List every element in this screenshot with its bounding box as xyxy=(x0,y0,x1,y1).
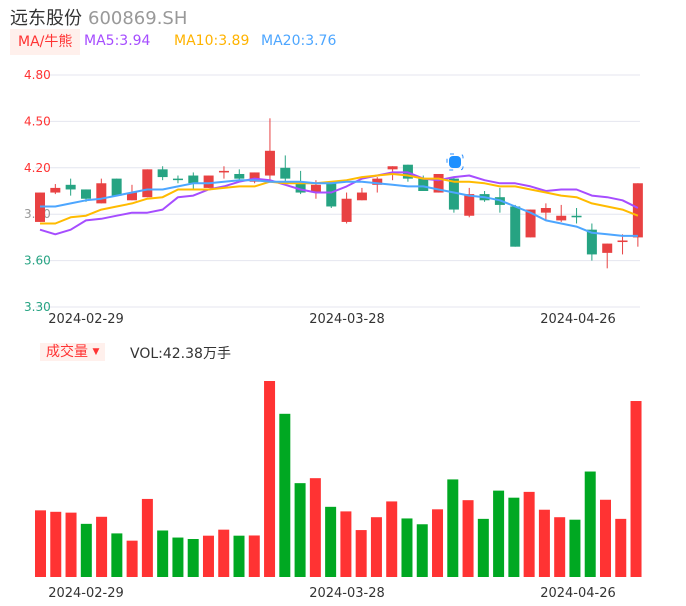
y-tick-label: 3.30 xyxy=(24,300,51,314)
volume-bar xyxy=(508,497,520,577)
volume-bar xyxy=(401,518,413,577)
volume-bar xyxy=(309,478,321,577)
volume-bar xyxy=(355,530,367,577)
candle-body xyxy=(234,173,245,179)
y-tick-label: 4.20 xyxy=(24,161,51,175)
candle-body xyxy=(540,208,551,213)
candle-body xyxy=(111,178,122,196)
candle-body xyxy=(510,206,521,247)
candle-body xyxy=(571,215,582,218)
candle-body xyxy=(326,183,337,207)
x-tick-label: 2024-03-28 xyxy=(309,586,385,601)
kline-chart: 4.804.504.203.903.603.302024-02-292024-0… xyxy=(24,68,643,601)
volume-bar xyxy=(462,500,474,577)
volume-bar xyxy=(187,539,199,577)
volume-bar xyxy=(554,517,566,577)
candle-body xyxy=(556,215,567,221)
volume-bar xyxy=(432,509,444,577)
volume-bar xyxy=(325,506,337,577)
volume-bar xyxy=(218,529,230,577)
candle-body xyxy=(218,170,229,173)
volume-bar xyxy=(477,518,489,577)
volume-bar xyxy=(141,498,153,577)
candle-body xyxy=(632,183,643,238)
volume-bar xyxy=(523,491,535,577)
volume-bar xyxy=(248,535,260,577)
volume-bar xyxy=(279,413,291,577)
y-tick-label: 4.50 xyxy=(24,114,51,128)
volume-bar xyxy=(80,523,92,577)
volume-bar xyxy=(538,509,550,577)
volume-bar xyxy=(569,519,581,577)
candle-body xyxy=(356,192,367,201)
x-tick-label: 2024-04-26 xyxy=(540,312,616,327)
volume-bar xyxy=(599,499,611,577)
volume-bar xyxy=(172,537,184,577)
volume-bar xyxy=(111,533,123,577)
volume-bar xyxy=(233,535,245,577)
candle-body xyxy=(188,175,199,184)
candle-body xyxy=(464,194,475,216)
candle-body xyxy=(617,240,628,243)
candle-body xyxy=(602,243,613,253)
candle-body xyxy=(203,175,214,188)
volume-bar xyxy=(294,483,306,577)
candle-body xyxy=(142,169,153,198)
x-tick-label: 2024-02-29 xyxy=(48,312,124,327)
candle-body xyxy=(80,189,91,199)
volume-bar xyxy=(493,490,505,577)
y-tick-label: 4.80 xyxy=(24,68,51,82)
candle-body xyxy=(157,169,168,178)
volume-bar xyxy=(386,501,398,577)
volume-bar xyxy=(416,524,428,577)
volume-bar xyxy=(50,511,62,577)
x-tick-label: 2024-03-28 xyxy=(309,312,385,327)
candle-body xyxy=(172,178,183,181)
candle-body xyxy=(50,187,61,193)
candle-body xyxy=(387,166,398,170)
x-tick-label: 2024-02-29 xyxy=(48,586,124,601)
volume-bar xyxy=(264,381,276,577)
candle-body xyxy=(264,150,275,176)
candle-body xyxy=(341,198,352,222)
volume-bar xyxy=(126,540,138,577)
volume-bar xyxy=(96,516,108,577)
x-tick-label: 2024-04-26 xyxy=(540,586,616,601)
volume-bar xyxy=(370,517,382,577)
candle-body xyxy=(418,178,429,191)
volume-bar xyxy=(35,510,46,577)
volume-bar xyxy=(447,479,459,577)
volume-bar xyxy=(630,401,642,577)
volume-bar xyxy=(202,535,214,577)
volume-bar xyxy=(584,471,596,577)
candle-body xyxy=(280,167,291,179)
volume-bar xyxy=(157,530,169,577)
candle-body xyxy=(96,183,107,204)
volume-bar xyxy=(65,512,77,577)
marker-badge xyxy=(449,156,461,168)
candle-body xyxy=(65,184,76,190)
y-tick-label: 3.60 xyxy=(24,254,51,268)
volume-bar xyxy=(340,511,352,577)
volume-bar xyxy=(615,518,627,577)
